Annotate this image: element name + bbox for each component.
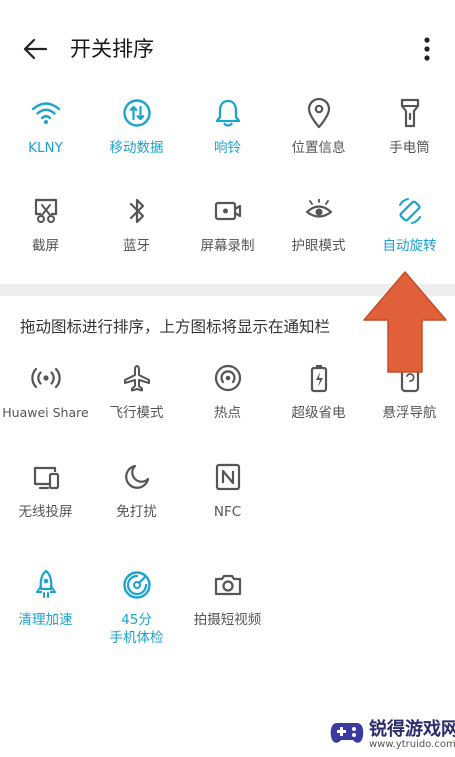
page-title: 开关排序 xyxy=(70,37,154,61)
tile-phone-checkup[interactable]: 45分 手机体检 xyxy=(91,565,182,665)
tile-label: 手机体检 xyxy=(109,630,164,646)
tile-label: 清理加速 xyxy=(18,612,73,628)
tile-screenshot[interactable]: 截屏 xyxy=(0,191,91,279)
sort-hint-text: 拖动图标进行排序，上方图标将显示在通知栏 xyxy=(20,318,331,336)
site-watermark: 锐得游戏网 www.ytruido.com xyxy=(325,713,455,757)
tile-label: 无线投屏 xyxy=(18,504,73,520)
hotspot-icon xyxy=(182,358,273,398)
screen-record-icon xyxy=(182,191,273,231)
bell-icon xyxy=(182,93,273,133)
back-button[interactable] xyxy=(18,34,52,64)
tile-label: NFC xyxy=(213,504,242,520)
tile-huawei-share[interactable]: Huawei Share xyxy=(0,358,91,446)
tile-label: 热点 xyxy=(214,405,241,421)
more-options-button[interactable] xyxy=(412,34,442,64)
battery-saver-icon xyxy=(273,358,364,398)
tile-flashlight[interactable]: 手电筒 xyxy=(364,93,455,181)
flashlight-icon xyxy=(364,93,455,133)
tile-label: 免打扰 xyxy=(116,504,157,520)
tile-location[interactable]: 位置信息 xyxy=(273,93,364,181)
tile-label: 护眼模式 xyxy=(291,238,346,254)
watermark-url: www.ytruido.com xyxy=(369,739,455,750)
tile-label: 飞行模式 xyxy=(109,405,164,421)
tile-hotspot[interactable]: 热点 xyxy=(182,358,273,446)
auto-rotate-icon xyxy=(364,191,455,231)
more-vertical-icon xyxy=(424,37,430,61)
tile-label: 蓝牙 xyxy=(123,238,150,254)
tile-score-label: 45分 xyxy=(121,612,152,628)
tile-label: 手电筒 xyxy=(389,140,430,156)
tile-battery-saver[interactable]: 超级省电 xyxy=(273,358,364,446)
tile-wireless-projection[interactable]: 无线投屏 xyxy=(0,457,91,545)
tile-cleanup-boost[interactable]: 清理加速 xyxy=(0,565,91,653)
watermark-title: 锐得游戏网 xyxy=(369,719,455,740)
tile-label: 移动数据 xyxy=(109,140,164,156)
wireless-projection-icon xyxy=(0,457,91,497)
tile-label: 响铃 xyxy=(214,140,241,156)
tile-label: 屏幕录制 xyxy=(200,238,255,254)
bluetooth-icon xyxy=(91,191,182,231)
tile-label: 拍摄短视频 xyxy=(193,612,262,628)
airplane-icon xyxy=(91,358,182,398)
pointer-arrow-overlay xyxy=(363,271,447,373)
tile-auto-rotate[interactable]: 自动旋转 xyxy=(364,191,455,279)
tile-airplane[interactable]: 飞行模式 xyxy=(91,358,182,446)
tile-bluetooth[interactable]: 蓝牙 xyxy=(91,191,182,279)
rocket-icon xyxy=(0,565,91,605)
wifi-icon xyxy=(0,93,91,133)
tile-label: 自动旋转 xyxy=(382,238,437,254)
tile-label: 悬浮导航 xyxy=(382,405,437,421)
tile-screen-record[interactable]: 屏幕录制 xyxy=(182,191,273,279)
tile-nfc[interactable]: NFC xyxy=(182,457,273,545)
back-arrow-icon xyxy=(23,38,48,60)
tile-ring[interactable]: 响铃 xyxy=(182,93,273,181)
tile-do-not-disturb[interactable]: 免打扰 xyxy=(91,457,182,545)
tile-klny[interactable]: KLNY xyxy=(0,93,91,181)
gamepad-logo-icon xyxy=(330,723,364,743)
location-icon xyxy=(273,93,364,133)
eye-comfort-icon xyxy=(273,191,364,231)
tile-label: 超级省电 xyxy=(291,405,346,421)
nfc-icon xyxy=(182,457,273,497)
tile-label: 位置信息 xyxy=(291,140,346,156)
huawei-share-icon xyxy=(0,358,91,398)
tile-short-video[interactable]: 拍摄短视频 xyxy=(182,565,273,653)
phone-checkup-icon xyxy=(91,565,182,605)
do-not-disturb-icon xyxy=(91,457,182,497)
mobile-data-icon xyxy=(91,93,182,133)
tile-eye-comfort[interactable]: 护眼模式 xyxy=(273,191,364,279)
header-bar: 开关排序 xyxy=(0,0,455,96)
tile-mobile-data[interactable]: 移动数据 xyxy=(91,93,182,181)
camera-icon xyxy=(182,565,273,605)
tile-label: 截屏 xyxy=(32,238,59,254)
tile-label: Huawei Share xyxy=(2,405,89,420)
tile-label: KLNY xyxy=(28,140,63,156)
screenshot-icon xyxy=(0,191,91,231)
